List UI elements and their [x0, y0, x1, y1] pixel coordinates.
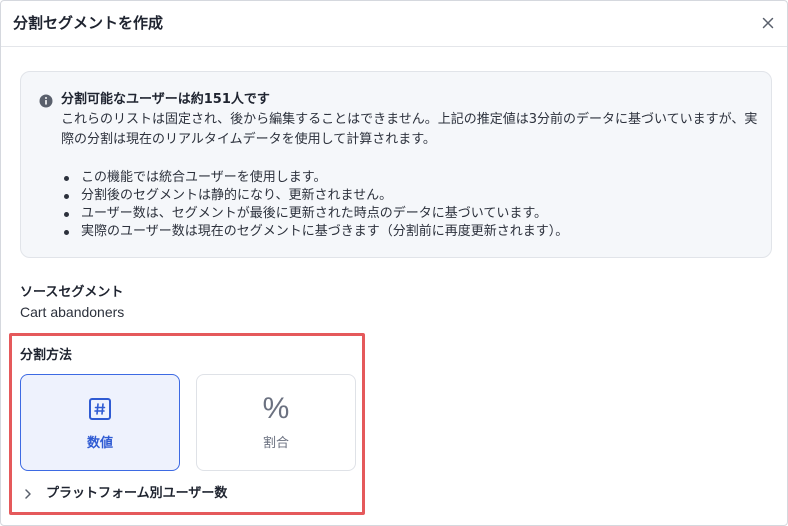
option-label: 割合: [262, 436, 289, 451]
close-icon: [762, 17, 774, 29]
info-bullet-list: この機能では統合ユーザーを使用します。 分割後のセグメントは静的になり、更新され…: [61, 169, 761, 241]
source-segment-value: Cart abandoners: [20, 304, 125, 320]
dialog-header: 分割セグメントを作成: [1, 1, 787, 47]
split-segment-dialog: 分割セグメントを作成 分割可能なユーザーは約151人です これらのリストは固定さ…: [0, 0, 788, 526]
info-callout: 分割可能なユーザーは約151人です これらのリストは固定され、後から編集すること…: [20, 71, 772, 258]
close-button[interactable]: [757, 12, 779, 34]
list-item: 分割後のセグメントは静的になり、更新されません。: [61, 187, 761, 205]
info-title: 分割可能なユーザーは約151人です: [61, 92, 270, 107]
percent-icon: %: [262, 392, 290, 425]
source-segment-label: ソースセグメント: [20, 285, 124, 300]
dialog-title: 分割セグメントを作成: [13, 14, 164, 32]
platform-users-expander[interactable]: プラットフォーム別ユーザー数: [23, 484, 227, 504]
list-item: ユーザー数は、セグメントが最後に更新された時点のデータに基づいています。: [61, 205, 761, 223]
hash-icon: [86, 395, 114, 423]
expander-label: プラットフォーム別ユーザー数: [46, 486, 228, 501]
split-by-percent-option[interactable]: % 割合: [196, 374, 356, 471]
list-item: この機能では統合ユーザーを使用します。: [61, 169, 761, 187]
info-icon: [39, 94, 53, 108]
option-label: 数値: [86, 436, 113, 451]
chevron-right-icon: [23, 488, 35, 500]
split-by-number-option[interactable]: 数値: [20, 374, 180, 471]
split-method-label: 分割方法: [20, 348, 73, 363]
list-item: 実際のユーザー数は現在のセグメントに基づきます（分割前に再度更新されます）。: [61, 223, 761, 241]
info-description: これらのリストは固定され、後から編集することはできません。上記の推定値は3分前の…: [61, 112, 758, 147]
